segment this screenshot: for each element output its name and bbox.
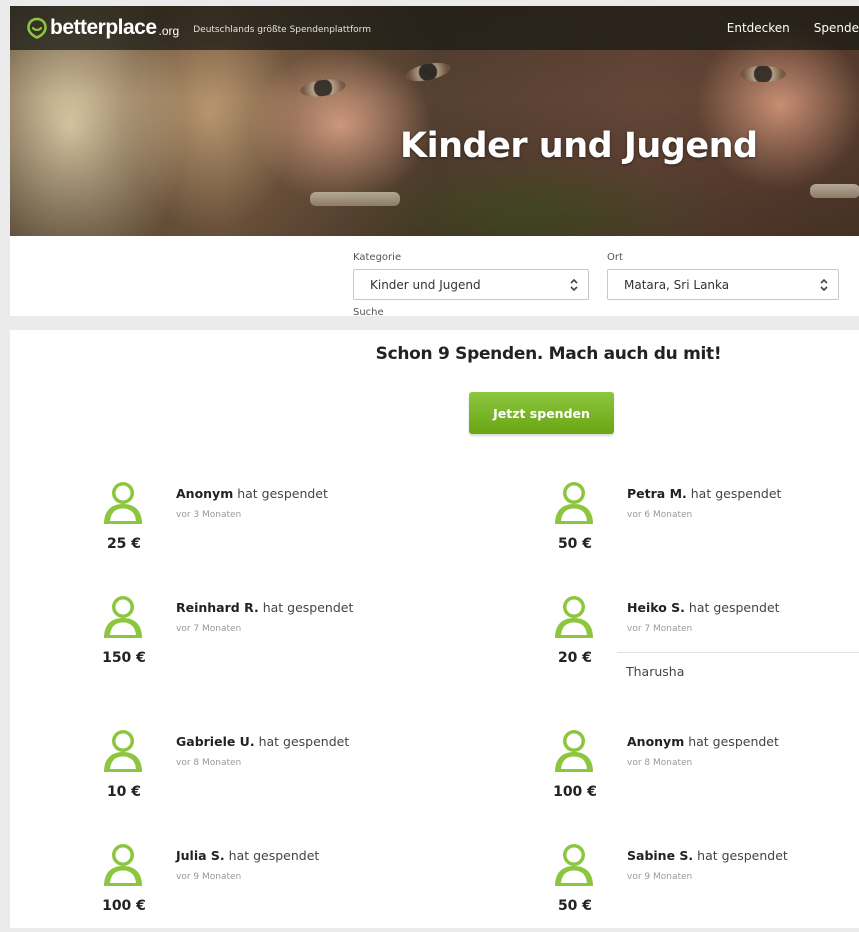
donor-name: Petra M. xyxy=(627,486,687,501)
donation-text: Anonym hat gespendet xyxy=(627,734,779,749)
donation-item: 10 € Gabriele U. hat gespendet vor 8 Monat… xyxy=(100,728,460,818)
select-caret-icon xyxy=(570,278,578,292)
user-avatar-icon xyxy=(555,728,593,772)
donation-action: hat gespendet xyxy=(690,486,782,501)
location-select[interactable]: Matara, Sri Lanka xyxy=(607,269,839,300)
donation-item: 150 € Reinhard R. hat gespendet vor 7 Mona… xyxy=(100,594,460,684)
search-label: Suche xyxy=(353,307,384,316)
site-tagline: Deutschlands größte Spendenplattform xyxy=(193,24,371,35)
donation-action: hat gespendet xyxy=(697,848,788,863)
category-select-value: Kinder und Jugend xyxy=(370,277,481,292)
category-select[interactable]: Kinder und Jugend xyxy=(353,269,589,300)
donation-action: hat gespendet xyxy=(688,734,779,749)
donation-action: hat gespendet xyxy=(258,734,350,749)
donor-name: Gabriele U. xyxy=(176,734,255,749)
betterplace-logo-icon xyxy=(27,17,47,39)
nav-link-spende[interactable]: Spende xyxy=(814,21,859,35)
hero-title: Kinder und Jugend xyxy=(400,126,758,166)
donation-item: 20 € Heiko S. hat gespendet vor 7 Monaten xyxy=(551,594,859,684)
donation-action: hat gespendet xyxy=(237,486,328,501)
user-avatar-icon xyxy=(555,480,593,524)
donation-amount: 50 € xyxy=(557,898,593,914)
user-avatar-icon xyxy=(104,842,142,886)
category-label: Kategorie xyxy=(353,252,402,263)
top-navigation-bar: betterplace .org Deutschlands größte Spe… xyxy=(10,6,859,50)
donation-action: hat gespendet xyxy=(688,600,780,615)
donation-time: vor 6 Monaten xyxy=(627,510,693,520)
user-avatar-icon xyxy=(555,842,593,886)
donation-text: Gabriele U. hat gespendet xyxy=(176,734,349,749)
donations-headline: Schon 9 Spenden. Mach auch du mit! xyxy=(375,344,722,364)
donor-name: Reinhard R. xyxy=(176,600,259,615)
select-caret-icon xyxy=(820,278,828,292)
donation-text: Petra M. hat gespendet xyxy=(627,486,781,501)
donation-message: Tharusha xyxy=(626,664,685,679)
donor-name: Julia S. xyxy=(176,848,225,863)
donation-time: vor 7 Monaten xyxy=(176,624,242,634)
donation-time: vor 3 Monaten xyxy=(176,510,242,520)
donor-name: Anonym xyxy=(176,486,234,501)
donation-text: Sabine S. hat gespendet xyxy=(627,848,788,863)
project-filter: Kategorie Kinder und Jugend Ort Matara, … xyxy=(10,236,859,316)
donation-amount: 100 € xyxy=(553,784,597,800)
donation-time: vor 8 Monaten xyxy=(627,758,693,768)
donate-now-button[interactable]: Jetzt spenden xyxy=(469,392,614,434)
logo-tld: .org xyxy=(158,23,180,38)
donation-time: vor 7 Monaten xyxy=(627,624,693,634)
donation-action: hat gespendet xyxy=(262,600,354,615)
user-avatar-icon xyxy=(104,728,142,772)
donation-text: Anonym hat gespendet xyxy=(176,486,328,501)
location-select-value: Matara, Sri Lanka xyxy=(624,277,730,292)
main-nav: Entdecken Spende xyxy=(727,6,859,50)
donation-text: Heiko S. hat gespendet xyxy=(627,600,780,615)
donation-text: Julia S. hat gespendet xyxy=(176,848,319,863)
donation-amount: 100 € xyxy=(102,898,146,914)
location-label: Ort xyxy=(607,252,623,263)
donation-text: Reinhard R. hat gespendet xyxy=(176,600,353,615)
donation-amount: 150 € xyxy=(102,650,146,666)
donation-time: vor 9 Monaten xyxy=(627,872,693,882)
logo-wordmark: betterplace xyxy=(50,16,157,39)
hero-banner: betterplace .org Deutschlands größte Spe… xyxy=(10,6,859,236)
nav-link-entdecken[interactable]: Entdecken xyxy=(727,21,790,35)
donations-panel: Schon 9 Spenden. Mach auch du mit! Jetzt… xyxy=(10,330,859,928)
donor-name: Heiko S. xyxy=(627,600,685,615)
donation-item: 100 € Julia S. hat gespendet vor 9 Monaten xyxy=(100,842,460,932)
donor-name: Sabine S. xyxy=(627,848,694,863)
donation-item: 50 € Sabine S. hat gespendet vor 9 Monaten xyxy=(551,842,859,932)
donation-item: 100 € Anonym hat gespendet vor 8 Monaten xyxy=(551,728,859,818)
site-logo[interactable]: betterplace .org xyxy=(26,16,179,40)
donation-amount: 50 € xyxy=(557,536,593,552)
user-avatar-icon xyxy=(104,594,142,638)
user-avatar-icon xyxy=(555,594,593,638)
message-divider xyxy=(617,652,859,653)
donation-item: 25 € Anonym hat gespendet vor 3 Monaten xyxy=(100,480,460,570)
donation-item: 50 € Petra M. hat gespendet vor 6 Monaten xyxy=(551,480,859,570)
donation-amount: 20 € xyxy=(557,650,593,666)
donation-time: vor 9 Monaten xyxy=(176,872,242,882)
donation-amount: 10 € xyxy=(106,784,142,800)
donation-action: hat gespendet xyxy=(228,848,320,863)
donor-name: Anonym xyxy=(627,734,685,749)
donation-amount: 25 € xyxy=(106,536,142,552)
donation-time: vor 8 Monaten xyxy=(176,758,242,768)
user-avatar-icon xyxy=(104,480,142,524)
